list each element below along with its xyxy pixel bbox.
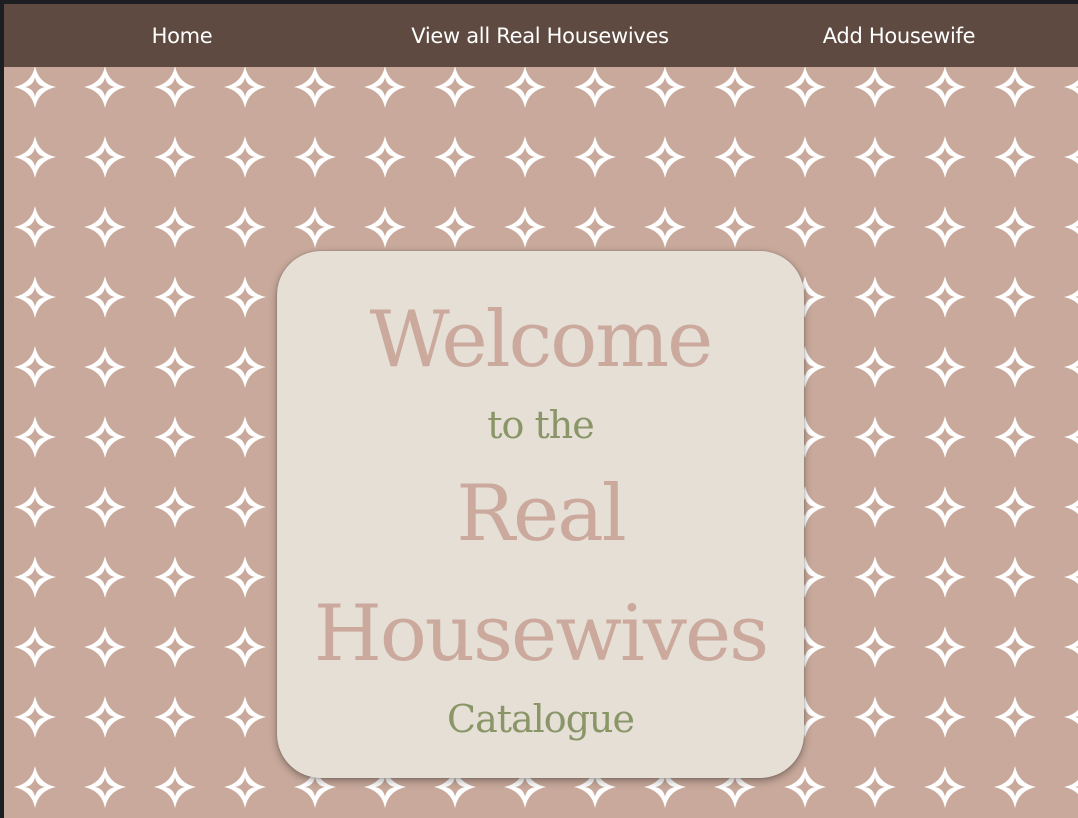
welcome-card: Welcome to the Real Housewives Catalogue	[277, 251, 804, 778]
nav-view-all-housewives-link[interactable]: View all Real Housewives	[411, 4, 669, 67]
nav-add-housewife-link[interactable]: Add Housewife	[823, 4, 976, 67]
catalogue-subheading: Catalogue	[447, 697, 635, 741]
nav-home-link[interactable]: Home	[152, 4, 213, 67]
to-the-subheading: to the	[487, 403, 594, 447]
welcome-heading: Welcome	[369, 295, 714, 385]
real-heading: Real	[456, 469, 626, 559]
page: Home View all Real Housewives Add Housew…	[4, 4, 1078, 818]
top-navbar: Home View all Real Housewives Add Housew…	[4, 4, 1078, 67]
housewives-heading: Housewives	[313, 589, 769, 679]
